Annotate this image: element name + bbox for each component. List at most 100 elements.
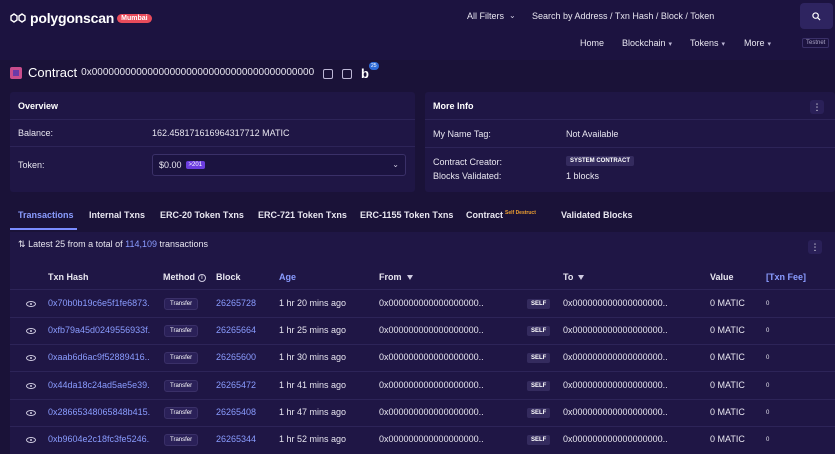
block-link[interactable]: 26265344 (216, 434, 256, 444)
copy-icon[interactable] (323, 69, 333, 79)
to-address[interactable]: 0x000000000000000000... (563, 352, 667, 362)
txn-hash-link[interactable]: 0xaab6d6ac9f52889416... (48, 352, 150, 362)
value-amount: 0 MATIC (710, 298, 745, 308)
chevron-down-icon: ⌄ (392, 160, 399, 169)
search-icon (812, 11, 821, 21)
age-value: 1 hr 47 mins ago (279, 407, 347, 417)
to-address[interactable]: 0x000000000000000000... (563, 434, 667, 444)
search-filter-select[interactable]: All Filters (467, 11, 504, 21)
balance-value: 162.4581716169643177​12 MATIC (152, 128, 290, 138)
table-menu-button[interactable]: ⋮ (808, 240, 822, 254)
self-badge: SELF (527, 435, 551, 445)
system-contract-badge: SYSTEM CONTRACT (566, 156, 634, 166)
site-logo[interactable]: polygonscan Mumbai (10, 10, 152, 26)
row-divider (10, 344, 835, 345)
tab-erc1155-token-txns[interactable]: ERC-1155 Token Txns (360, 210, 453, 220)
block-link[interactable]: 26265600 (216, 352, 256, 362)
tab-transactions[interactable]: Transactions (18, 210, 74, 220)
age-value: 1 hr 25 mins ago (279, 325, 347, 335)
block-link[interactable]: 26265408 (216, 407, 256, 417)
row-divider (10, 317, 835, 318)
value-amount: 0 MATIC (710, 325, 745, 335)
tab-erc20-token-txns[interactable]: ERC-20 Token Txns (160, 210, 244, 220)
value-amount: 0 MATIC (710, 380, 745, 390)
token-holdings-dropdown[interactable]: $0.00 >201 ⌄ (152, 154, 406, 176)
nav-blockchain[interactable]: Blockchain ▾ (622, 38, 672, 48)
search-input[interactable]: Search by Address / Txn Hash / Block / T… (532, 11, 714, 21)
self-badge: SELF (527, 299, 551, 309)
contract-avatar-icon (10, 66, 22, 79)
eye-icon[interactable] (26, 355, 36, 361)
block-link[interactable]: 26265664 (216, 325, 256, 335)
txn-hash-link[interactable]: 0x70b0b19c6e5f1fe6873... (48, 298, 150, 308)
filter-icon[interactable] (406, 275, 413, 281)
total-txn-count-link[interactable]: 114,109 (125, 239, 157, 249)
row-divider (10, 371, 835, 372)
eye-icon[interactable] (26, 437, 36, 443)
header-to: To (563, 272, 585, 282)
blockscan-badge[interactable]: b (361, 66, 369, 81)
divider (10, 289, 835, 290)
blockscan-count-badge: 25 (369, 62, 379, 70)
from-address[interactable]: 0x000000000000000000... (379, 298, 483, 308)
tab-internal-txns[interactable]: Internal Txns (89, 210, 145, 220)
txn-fee-value: 0 (766, 410, 770, 416)
txn-fee-value: 0 (766, 437, 770, 443)
eye-icon[interactable] (26, 410, 36, 416)
header-txn-fee[interactable]: [Txn Fee] (766, 272, 806, 282)
method-badge: Transfer (164, 298, 199, 310)
header-txn-hash: Txn Hash (48, 272, 89, 282)
eye-icon[interactable] (26, 328, 36, 334)
name-tag-label: My Name Tag: (433, 129, 491, 139)
tab-contract[interactable]: Contract Self Destruct (466, 210, 536, 220)
more-info-title: More Info (433, 101, 474, 111)
block-link[interactable]: 26265472 (216, 380, 256, 390)
txn-fee-value: 0 (766, 383, 770, 389)
divider (425, 119, 835, 120)
self-badge: SELF (527, 326, 551, 336)
txn-hash-link[interactable]: 0x44da18c24ad5ae5e39... (48, 380, 150, 390)
overview-title: Overview (18, 101, 59, 111)
nav-more[interactable]: More ▾ (744, 38, 771, 48)
from-address[interactable]: 0x000000000000000000... (379, 380, 483, 390)
to-address[interactable]: 0x000000000000000000... (563, 380, 667, 390)
info-icon[interactable]: i (198, 273, 206, 282)
block-link[interactable]: 26265728 (216, 298, 256, 308)
nav-home[interactable]: Home (580, 38, 604, 48)
eye-icon[interactable] (26, 383, 36, 389)
eye-icon[interactable] (26, 301, 36, 307)
divider (425, 147, 835, 148)
nav-tokens[interactable]: Tokens ▾ (690, 38, 725, 48)
tab-validated-blocks[interactable]: Validated Blocks (561, 210, 633, 220)
txn-hash-link[interactable]: 0x28665348065848b415... (48, 407, 150, 417)
header-age[interactable]: Age (279, 272, 296, 282)
from-address[interactable]: 0x000000000000000000... (379, 434, 483, 444)
chevron-down-icon: ▾ (721, 41, 726, 48)
transactions-panel (10, 232, 835, 454)
to-address[interactable]: 0x000000000000000000... (563, 325, 667, 335)
token-value: $0.00 (159, 160, 182, 170)
sort-icon: ⇅ (18, 239, 26, 249)
to-address[interactable]: 0x000000000000000000... (563, 407, 667, 417)
chevron-down-icon: ⌄ (509, 11, 516, 20)
method-badge: Transfer (164, 352, 199, 364)
txn-hash-link[interactable]: 0xb9604e2c18fc3fe5246... (48, 434, 150, 444)
tab-erc721-token-txns[interactable]: ERC-721 Token Txns (258, 210, 347, 220)
more-info-menu-button[interactable]: ⋮ (810, 100, 824, 114)
qr-code-icon[interactable] (342, 69, 352, 79)
testnet-badge[interactable]: Testnet (802, 38, 830, 48)
from-address[interactable]: 0x000000000000000000... (379, 352, 483, 362)
filter-icon[interactable] (578, 275, 585, 281)
age-value: 1 hr 30 mins ago (279, 352, 347, 362)
search-button[interactable] (800, 3, 833, 29)
balance-label: Balance: (18, 128, 54, 138)
from-address[interactable]: 0x000000000000000000... (379, 325, 483, 335)
blocks-validated-value[interactable]: 1 blocks (566, 171, 599, 181)
from-address[interactable]: 0x000000000000000000... (379, 407, 483, 417)
txn-hash-link[interactable]: 0xfb79a45d0249556933f... (48, 325, 150, 335)
contract-title: Contract 0x00000000000000000000000000000… (10, 65, 314, 80)
to-address[interactable]: 0x000000000000000000... (563, 298, 667, 308)
contract-creator-label: Contract Creator: (433, 157, 503, 167)
self-badge: SELF (527, 353, 551, 363)
token-label: Token: (18, 160, 45, 170)
